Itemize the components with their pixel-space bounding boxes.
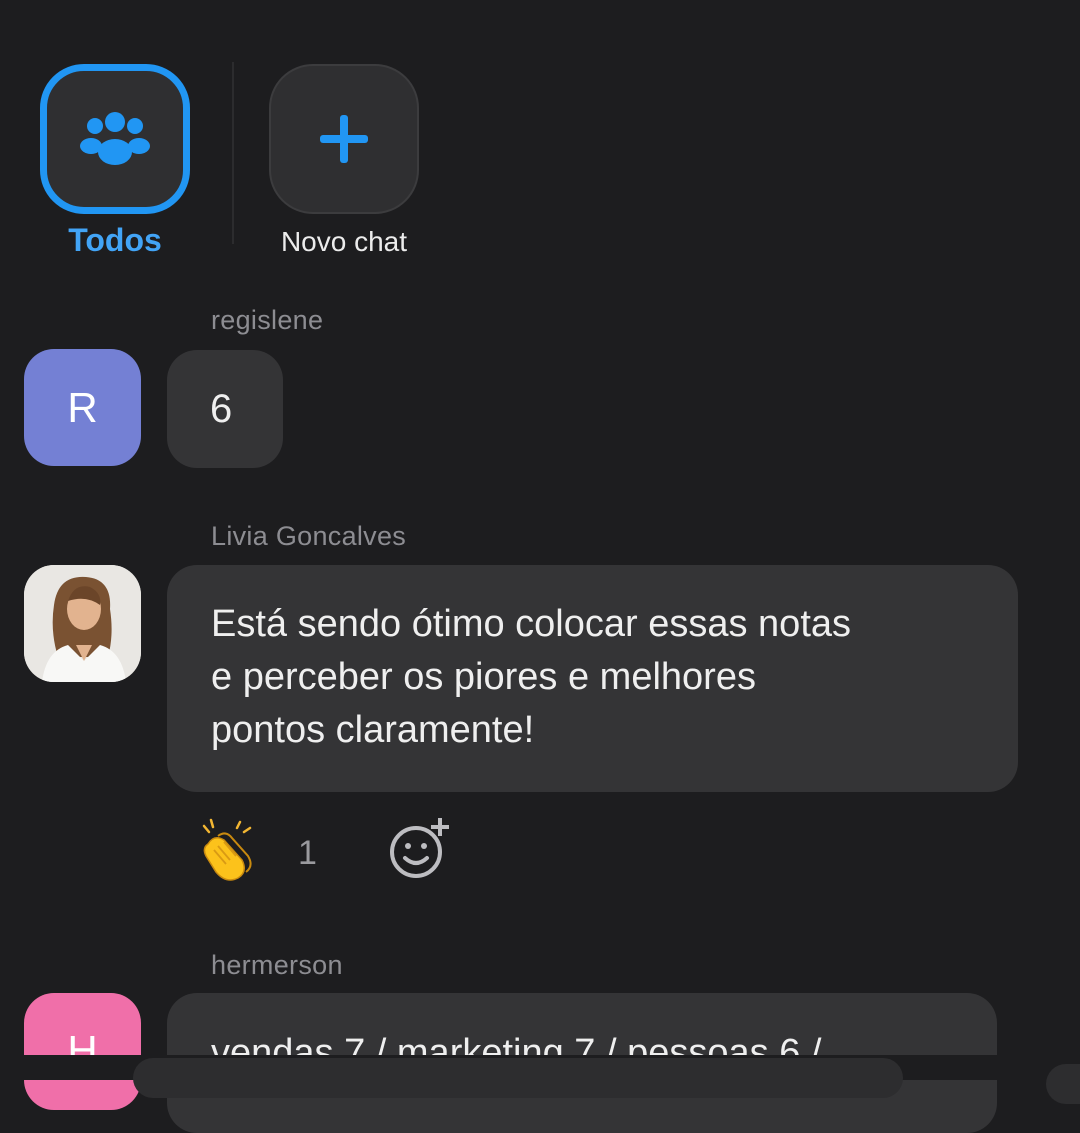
profile-photo-icon (24, 565, 141, 682)
avatar[interactable]: H (24, 993, 141, 1110)
avatar-initial: R (67, 383, 98, 431)
composer-action-button[interactable] (1046, 1064, 1080, 1104)
message-composer[interactable] (133, 1058, 903, 1098)
new-chat-button[interactable] (269, 64, 419, 214)
message-text-line: e perceber os piores e melhores (211, 656, 756, 698)
new-chat-label: Novo chat (280, 226, 408, 257)
filter-todos-label: Todos (68, 222, 162, 258)
message-text-line: pontos claramente! (211, 709, 535, 751)
message-text-line: Está sendo ótimo colocar essas notas (211, 603, 852, 645)
reaction-count: 1 (298, 834, 317, 872)
filter-todos-button[interactable] (40, 64, 190, 214)
avatar[interactable] (24, 565, 141, 682)
avatar[interactable]: R (24, 349, 141, 466)
filter-divider (232, 62, 234, 244)
sender-name: Livia Goncalves (211, 521, 407, 551)
sender-name: hermerson (211, 950, 343, 980)
message-bubble[interactable]: Está sendo ótimo colocar essas notas e p… (167, 565, 1018, 792)
message-text: 6 (210, 386, 233, 431)
group-icon (80, 112, 150, 165)
sender-name: regislene (211, 305, 324, 335)
clapping-hands-icon[interactable] (196, 816, 260, 882)
add-reaction-icon[interactable] (386, 816, 454, 882)
plus-icon (320, 115, 368, 163)
message-bubble[interactable]: 6 (167, 350, 283, 468)
